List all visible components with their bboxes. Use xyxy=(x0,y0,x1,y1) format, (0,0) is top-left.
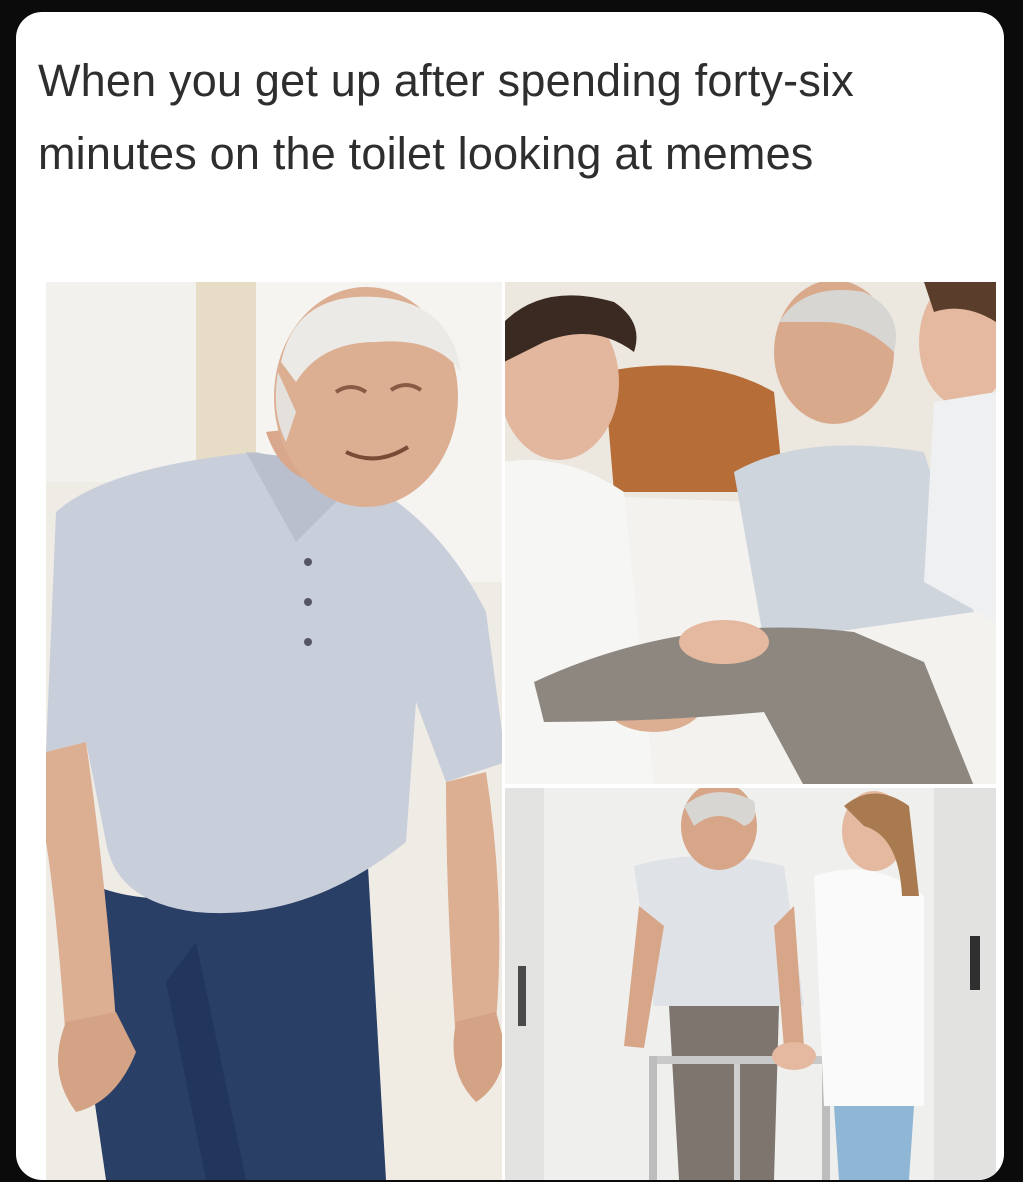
meme-caption: When you get up after spending forty-six… xyxy=(38,55,854,179)
elderly-man-standing-up-photo xyxy=(46,282,504,1180)
caregivers-helping-elderly-man-photo xyxy=(504,282,996,786)
meme-card: When you get up after spending forty-six… xyxy=(16,12,1004,1180)
panel-divider-vertical xyxy=(502,282,505,1180)
panel-divider-horizontal xyxy=(504,784,996,788)
elderly-man-with-walker-photo xyxy=(504,786,996,1180)
